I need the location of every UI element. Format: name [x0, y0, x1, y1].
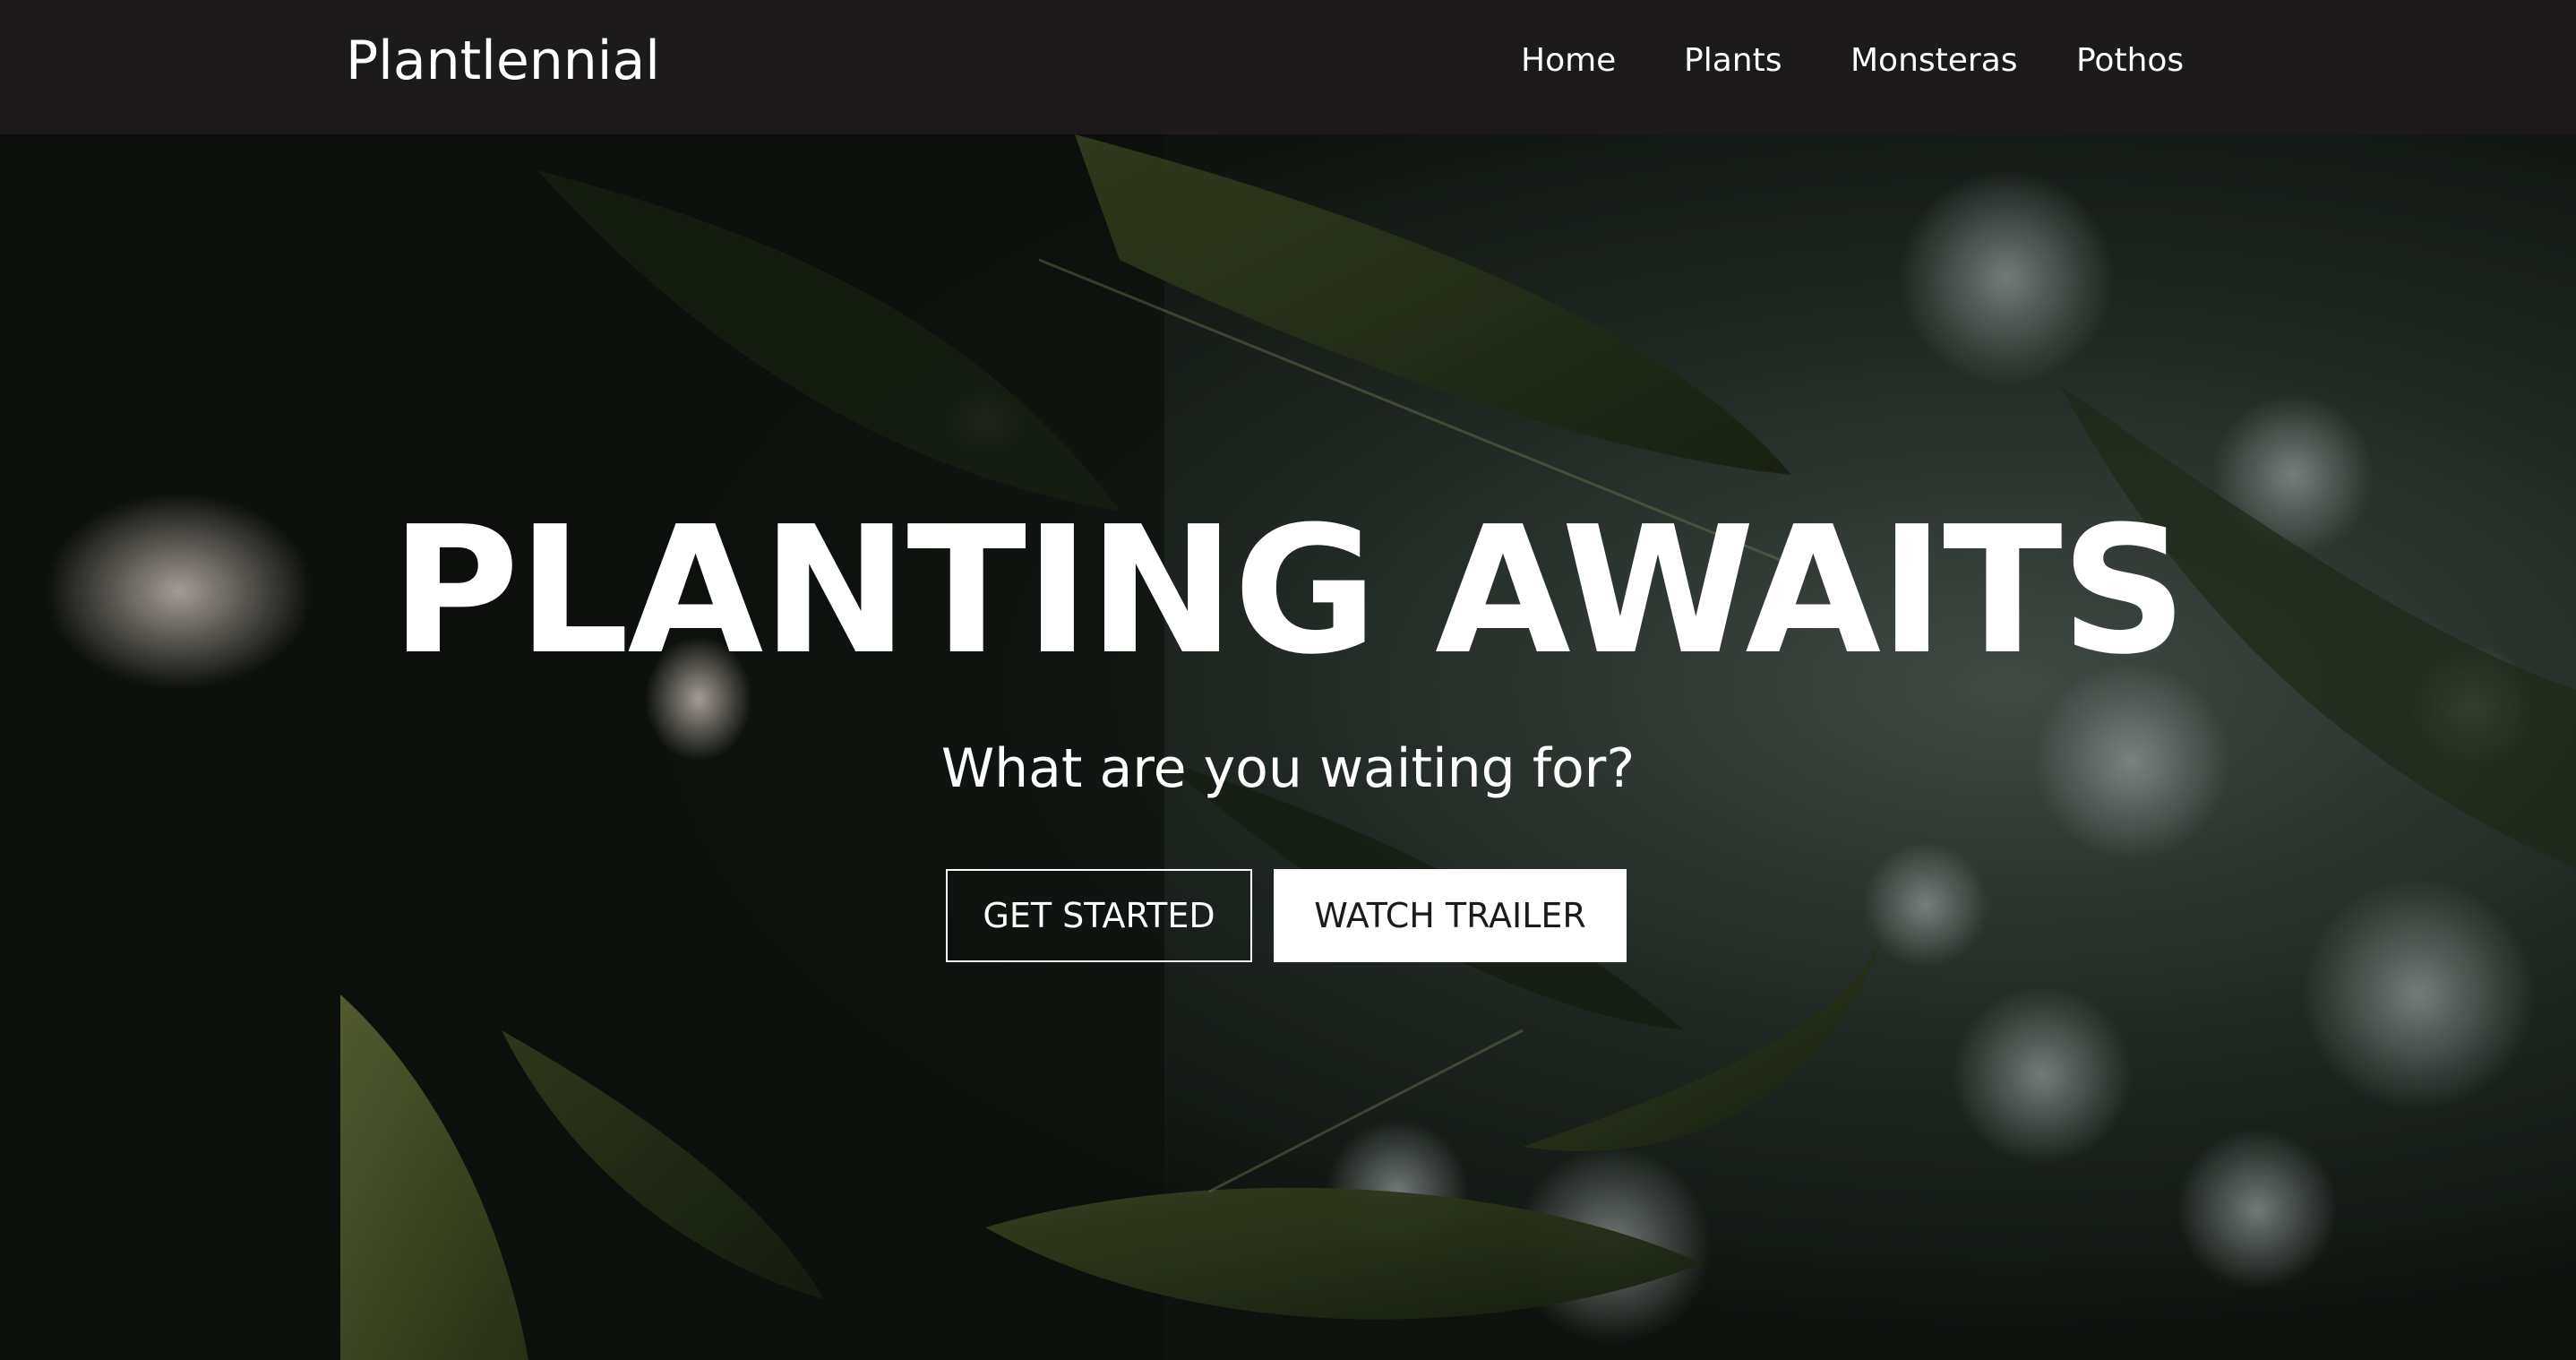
nav-link-home[interactable]: Home: [1521, 39, 1616, 82]
nav-link-plants[interactable]: Plants: [1684, 39, 1782, 82]
hero-title: PLANTING AWAITS: [391, 489, 2187, 693]
navbar: Plantlennial Home Plants Monsteras Potho…: [0, 0, 2576, 134]
brand-logo-link[interactable]: Plantlennial: [346, 29, 660, 93]
get-started-button[interactable]: GET STARTED: [946, 869, 1252, 962]
watch-trailer-button[interactable]: WATCH TRAILER: [1274, 869, 1627, 962]
hero-section: PLANTING AWAITS What are you waiting for…: [0, 134, 2576, 1360]
hero-subtitle: What are you waiting for?: [940, 737, 1636, 800]
nav-link-pothos[interactable]: Pothos: [2076, 39, 2184, 82]
nav-link-monsteras[interactable]: Monsteras: [1850, 39, 2018, 82]
